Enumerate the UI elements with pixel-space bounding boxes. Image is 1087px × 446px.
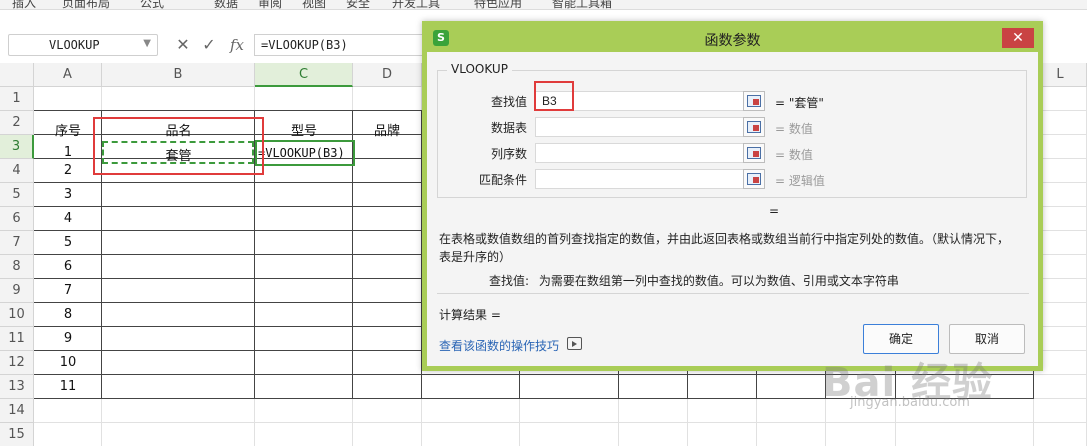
arg-label-lookup-value: 查找值 xyxy=(490,95,527,109)
range-picker-icon[interactable] xyxy=(743,91,765,111)
lookup-value-annotation xyxy=(534,81,574,111)
row-header-6[interactable]: 6 xyxy=(0,207,34,231)
function-description-line: 在表格或数值数组的首列查找指定的数值，并由此返回表格或数组当前行中指定列处的数值… xyxy=(439,232,1010,246)
range-picker-icon[interactable] xyxy=(743,117,765,137)
serial-cell[interactable]: 2 xyxy=(34,163,102,178)
range-lookup-result: = 逻辑值 xyxy=(775,174,825,188)
row-header-9[interactable]: 9 xyxy=(0,279,34,303)
ribbon-tab[interactable]: 公式 xyxy=(140,0,164,9)
arg-label-range-lookup: 匹配条件 xyxy=(478,173,527,187)
name-box-value: VLOOKUP xyxy=(49,38,100,52)
confirm-formula-icon[interactable]: ✓ xyxy=(198,34,220,56)
video-icon[interactable] xyxy=(567,337,582,350)
overall-result-eq: = xyxy=(769,204,780,218)
range-picker-icon[interactable] xyxy=(743,143,765,163)
ribbon-tab[interactable]: 特色应用 xyxy=(474,0,522,9)
row-header-1[interactable]: 1 xyxy=(0,87,34,111)
cell-a3[interactable]: 1 xyxy=(34,145,102,160)
select-all-corner[interactable] xyxy=(0,63,34,87)
row-header-7[interactable]: 7 xyxy=(0,231,34,255)
chevron-down-icon[interactable]: ▼ xyxy=(143,38,151,49)
row-header-4[interactable]: 4 xyxy=(0,159,34,183)
arg-label-col-index: 列序数 xyxy=(490,147,527,161)
row-header-2[interactable]: 2 xyxy=(0,111,34,135)
serial-cell[interactable]: 5 xyxy=(34,235,102,250)
active-cell-selection xyxy=(255,140,355,166)
row-header-13[interactable]: 13 xyxy=(0,375,34,399)
ribbon-tab[interactable]: 数据 xyxy=(214,0,238,9)
column-header-b[interactable]: B xyxy=(102,63,255,87)
argument-help: 为需要在数组第一列中查找的数值。可以为数值、引用或文本字符串 xyxy=(538,274,899,288)
row-header-5[interactable]: 5 xyxy=(0,183,34,207)
serial-cell[interactable]: 7 xyxy=(34,283,102,298)
header-brand[interactable]: 品牌 xyxy=(353,120,421,139)
spreadsheet-window: { "ribbon": { "tabs": ["插入", "页面布局", "公式… xyxy=(0,0,1087,446)
ribbon-tab[interactable]: 智能工具箱 xyxy=(552,0,612,9)
function-arguments-dialog: S 函数参数 ✕ VLOOKUP 查找值 B3 = "套管" 数据表 = 数值 … xyxy=(422,21,1043,371)
serial-cell[interactable]: 10 xyxy=(34,355,102,370)
header-model[interactable]: 型号 xyxy=(255,120,353,139)
cancel-formula-icon[interactable]: ✕ xyxy=(172,34,194,56)
col-index-result: = 数值 xyxy=(775,148,813,162)
row-header-11[interactable]: 11 xyxy=(0,327,34,351)
lookup-value-result: = "套管" xyxy=(775,96,824,110)
serial-cell[interactable]: 9 xyxy=(34,331,102,346)
dialog-titlebar[interactable]: S 函数参数 ✕ xyxy=(427,26,1038,52)
row-header-8[interactable]: 8 xyxy=(0,255,34,279)
column-header-a[interactable]: A xyxy=(34,63,102,87)
close-icon[interactable]: ✕ xyxy=(1002,28,1034,48)
ribbon-tab[interactable]: 插入 xyxy=(12,0,36,9)
name-box[interactable]: VLOOKUP ▼ xyxy=(8,34,158,56)
serial-cell[interactable]: 8 xyxy=(34,307,102,322)
serial-cell[interactable]: 3 xyxy=(34,187,102,202)
arg-label-table-array: 数据表 xyxy=(490,121,527,135)
serial-cell[interactable]: 6 xyxy=(34,259,102,274)
fx-icon[interactable]: fx xyxy=(226,34,248,56)
row-header-3[interactable]: 3 xyxy=(0,135,34,159)
column-header-c[interactable]: C xyxy=(255,63,353,87)
row-header-12[interactable]: 12 xyxy=(0,351,34,375)
ribbon-tab[interactable]: 开发工具 xyxy=(392,0,440,9)
serial-cell[interactable]: 4 xyxy=(34,211,102,226)
header-serial[interactable]: 序号 xyxy=(34,120,102,139)
ribbon-tab[interactable]: 视图 xyxy=(302,0,326,9)
ribbon-tab[interactable]: 审阅 xyxy=(258,0,282,9)
function-description-line: 表是升序的） xyxy=(439,250,512,264)
row-header-14[interactable]: 14 xyxy=(0,399,34,423)
argument-description: 查找值: 为需要在数组第一列中查找的数值。可以为数值、引用或文本字符串 xyxy=(489,272,899,289)
serial-cell[interactable]: 11 xyxy=(34,379,102,394)
column-header-d[interactable]: D xyxy=(353,63,422,87)
col-index-input[interactable] xyxy=(535,143,745,163)
help-link[interactable]: 查看该函数的操作技巧 xyxy=(439,337,559,354)
range-picker-icon[interactable] xyxy=(743,169,765,189)
formula-input[interactable]: =VLOOKUP(B3) xyxy=(254,34,424,56)
row-header-10[interactable]: 10 xyxy=(0,303,34,327)
divider xyxy=(437,293,1029,294)
watermark-url: jingyan.baidu.com xyxy=(850,395,970,410)
function-description: 在表格或数值数组的首列查找指定的数值，并由此返回表格或数组当前行中指定列处的数值… xyxy=(439,230,1029,266)
range-lookup-input[interactable] xyxy=(535,169,745,189)
gridline xyxy=(34,422,1087,423)
function-name-label: VLOOKUP xyxy=(447,62,512,76)
ribbon-tab[interactable]: 页面布局 xyxy=(62,0,110,9)
dialog-title: 函数参数 xyxy=(704,33,761,49)
formula-text: =VLOOKUP(B3) xyxy=(261,38,348,52)
table-array-result: = 数值 xyxy=(775,122,813,136)
table-array-input[interactable] xyxy=(535,117,745,137)
calculation-result: 计算结果 = xyxy=(439,308,501,322)
annotation-highlight xyxy=(93,117,264,175)
ribbon: 插入 页面布局 公式 数据 审阅 视图 安全 开发工具 特色应用 智能工具箱 xyxy=(0,0,1087,10)
argument-name: 查找值: xyxy=(489,274,530,288)
row-header-15[interactable]: 15 xyxy=(0,423,34,446)
ribbon-tab[interactable]: 安全 xyxy=(346,0,370,9)
